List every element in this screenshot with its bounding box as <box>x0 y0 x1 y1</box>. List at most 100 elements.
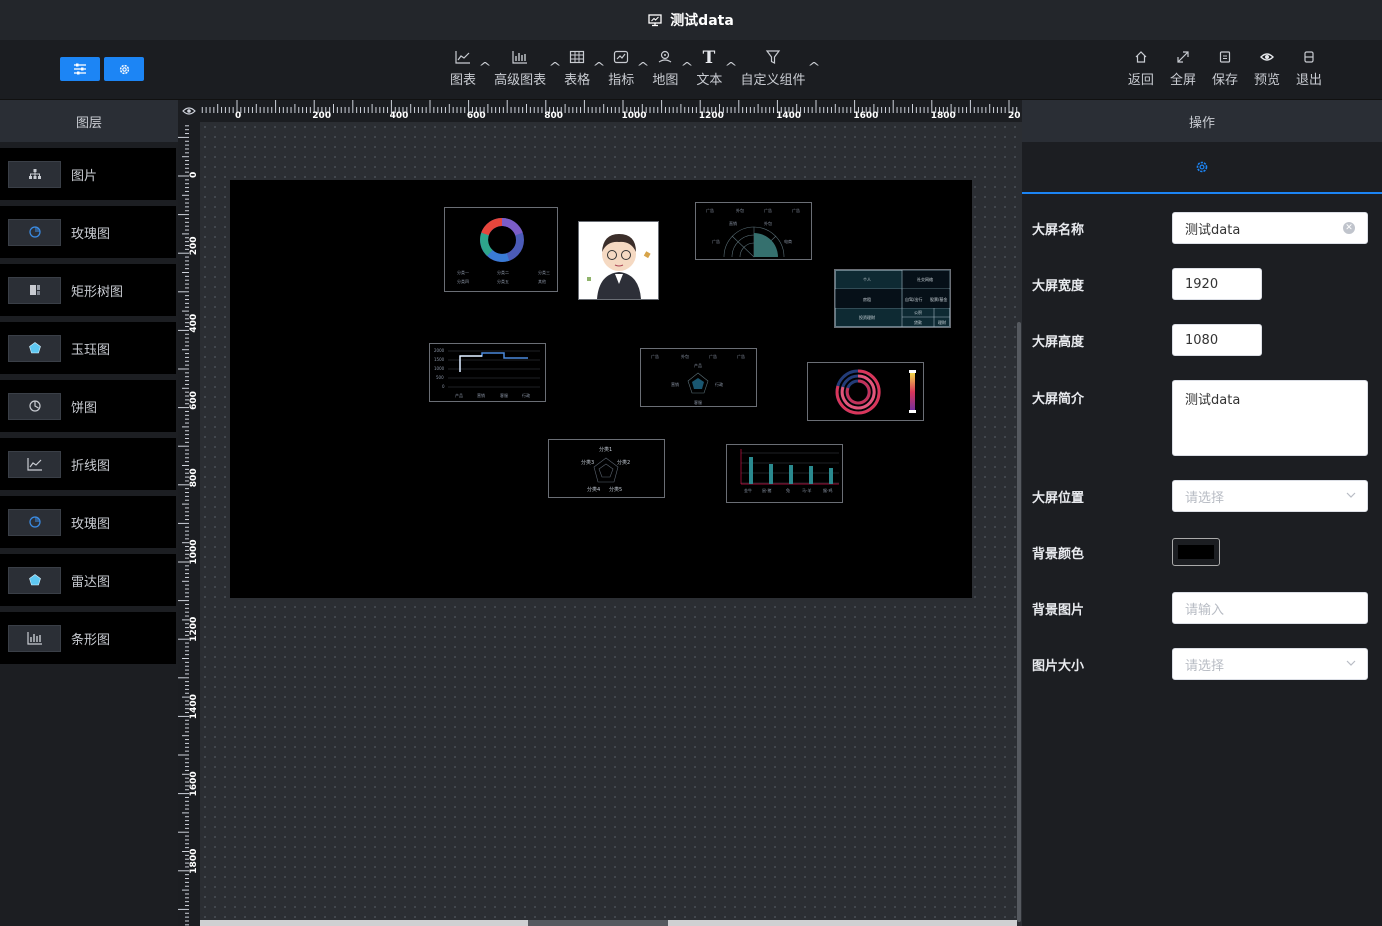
radar-chart-widget[interactable]: 分类1 分类2 分类3 分类4 分类5 <box>548 439 665 498</box>
canvas-horizontal-scrollbar[interactable] <box>200 920 1017 926</box>
editor-canvas[interactable]: 分类一 分类二 分类三 分类四 分类五 其他 广告 外包 广告 广告 直销 外包… <box>200 122 1020 926</box>
layer-item[interactable]: 饼图 <box>0 380 176 432</box>
properties-panel: 操作 大屏名称 测试data ✕ 大屏宽度 1920 大屏高度 1080 大屏简… <box>1022 100 1382 926</box>
tab-settings[interactable] <box>1022 142 1382 194</box>
ruler-label: 400 <box>189 314 199 333</box>
svg-text:金牛: 金牛 <box>744 487 752 493</box>
screen-artboard[interactable]: 分类一 分类二 分类三 分类四 分类五 其他 广告 外包 广告 广告 直销 外包… <box>230 180 972 598</box>
legend-label: 分类五 <box>497 278 509 284</box>
svg-text:个人: 个人 <box>863 277 871 282</box>
background-color-picker[interactable] <box>1172 538 1220 566</box>
svg-text:广告: 广告 <box>712 238 720 244</box>
table-icon <box>569 48 585 66</box>
toolbar-table-menu[interactable]: 表格 ^ <box>564 48 606 88</box>
rose-chart-widget[interactable]: 广告 外包 广告 广告 直销 外包 广告 电商 <box>695 202 812 260</box>
bar-chart-icon <box>512 48 528 66</box>
toolbar-text-T-menu[interactable]: T 文本 ^ <box>696 48 738 88</box>
rose-chart-icon <box>8 218 61 246</box>
layer-item[interactable]: 条形图 <box>0 612 176 664</box>
line-chart-widget[interactable]: 2000 1500 1000 500 0 产品 营销 客服 行政 <box>429 343 546 402</box>
svg-text:猴-鸡: 猴-鸡 <box>823 487 832 493</box>
layer-item[interactable]: 折线图 <box>0 438 176 490</box>
svg-text:产品: 产品 <box>455 392 463 398</box>
layer-item[interactable]: 雷达图 <box>0 554 176 606</box>
chevron-up-icon: ^ <box>636 60 650 74</box>
ruler-label: 1400 <box>189 694 199 719</box>
toolbar-map-pin-menu[interactable]: 地图 ^ <box>652 48 694 88</box>
vertical-ruler: 0 200 400 600 800 1000 1200 1400 1600 1800 <box>178 122 200 926</box>
svg-text:1000: 1000 <box>434 366 445 371</box>
svg-text:兔: 兔 <box>786 487 790 493</box>
toolbar-menu-label: 表格 <box>564 73 591 88</box>
screen-position-select[interactable]: 请选择 <box>1172 480 1368 512</box>
screen-width-input[interactable]: 1920 <box>1172 268 1262 300</box>
action-home-button[interactable]: 返回 <box>1128 48 1154 88</box>
svg-text:自驾/出行: 自驾/出行 <box>905 296 922 302</box>
action-label: 预览 <box>1253 73 1280 88</box>
svg-text:行政: 行政 <box>715 381 723 387</box>
toolbar-menu-label: 自定义组件 <box>740 73 806 88</box>
screen-description-textarea[interactable]: 测试data <box>1172 380 1368 456</box>
settings-toggle-button[interactable] <box>104 57 144 81</box>
toolbar-bar-chart-menu[interactable]: 高级图表 ^ <box>494 48 562 88</box>
legend-label: 分类一 <box>457 269 469 275</box>
svg-text:投资理财: 投资理财 <box>859 314 875 320</box>
donut-chart-widget[interactable]: 分类一 分类二 分类三 分类四 分类五 其他 <box>444 207 558 292</box>
action-label: 返回 <box>1127 73 1154 88</box>
ring-gauge-widget[interactable] <box>807 362 924 421</box>
horizontal-ruler: 0 200 400 600 800 1000 1200 1400 1600 1800 200 <box>200 100 1020 122</box>
layer-toggle-button[interactable] <box>60 57 100 81</box>
avatar-image-widget[interactable] <box>578 221 659 300</box>
screen-height-input[interactable]: 1080 <box>1172 324 1262 356</box>
svg-text:分类1: 分类1 <box>599 446 612 453</box>
svg-text:分类2: 分类2 <box>617 459 630 466</box>
layer-item[interactable]: 玫瑰图 <box>0 496 176 548</box>
home-icon <box>1134 48 1148 66</box>
toolbar-menu-label: 文本 <box>696 73 723 88</box>
svg-text:鼠-猪: 鼠-猪 <box>762 487 771 493</box>
layer-item[interactable]: 玫瑰图 <box>0 206 176 258</box>
monitor-icon <box>648 14 662 27</box>
radar-chart-small-widget[interactable]: 广告 外包 广告 广告 产品 行政 营销 客服 <box>640 348 757 407</box>
ruler-label: 1800 <box>189 849 199 874</box>
image-size-label: 图片大小 <box>1032 658 1085 674</box>
background-image-label: 背景图片 <box>1032 602 1085 618</box>
radar-pentagon-icon <box>8 334 61 362</box>
action-exit-button[interactable]: 退出 <box>1296 48 1322 88</box>
toolbar-gauge-menu[interactable]: 指标 ^ <box>608 48 650 88</box>
bar-chart-widget[interactable]: 金牛 鼠-猪 兔 马-羊 猴-鸡 <box>726 444 843 503</box>
chevron-up-icon: ^ <box>724 60 738 74</box>
action-eye-button[interactable]: 预览 <box>1254 48 1280 88</box>
toolbar-line-chart-menu[interactable]: 图表 ^ <box>450 48 492 88</box>
svg-text:500: 500 <box>436 375 444 380</box>
action-expand-button[interactable]: 全屏 <box>1170 48 1196 88</box>
toolbar-menu-label: 高级图表 <box>494 73 547 88</box>
ruler-label: 200 <box>1008 111 1020 121</box>
map-pin-icon <box>657 48 673 66</box>
ruler-eye-toggle[interactable] <box>178 100 200 122</box>
screen-name-input[interactable]: 测试data ✕ <box>1172 212 1368 244</box>
line-chart-icon <box>8 450 61 478</box>
layer-item[interactable]: 图片 <box>0 148 176 200</box>
image-size-select[interactable]: 请选择 <box>1172 648 1368 680</box>
table-widget[interactable]: 个人 社交网络 房租 自驾/出行 股票/基金 投资理财 公积 贷款 理财 <box>834 269 951 328</box>
layer-item[interactable]: 矩形树图 <box>0 264 176 316</box>
svg-text:外包: 外包 <box>736 207 744 213</box>
svg-text:广告: 广告 <box>764 207 772 213</box>
chevron-up-icon: ^ <box>548 60 562 74</box>
screen-description-label: 大屏简介 <box>1032 392 1085 407</box>
gear-icon <box>1196 161 1208 173</box>
sliders-icon <box>74 63 86 75</box>
svg-text:广告: 广告 <box>651 353 659 359</box>
layer-item-label: 条形图 <box>71 632 111 648</box>
clear-icon[interactable]: ✕ <box>1343 222 1355 234</box>
background-image-input[interactable]: 请输入 <box>1172 592 1368 624</box>
toolbar-filter-menu[interactable]: 自定义组件 ^ <box>740 48 821 88</box>
ruler-label: 1000 <box>189 539 199 564</box>
action-save-button[interactable]: 保存 <box>1212 48 1238 88</box>
window-title: 测试data <box>670 13 734 29</box>
svg-text:行政: 行政 <box>522 392 530 398</box>
rose-chart-icon <box>8 508 61 536</box>
layer-item[interactable]: 玉珏图 <box>0 322 176 374</box>
ruler-label: 1200 <box>189 617 199 642</box>
